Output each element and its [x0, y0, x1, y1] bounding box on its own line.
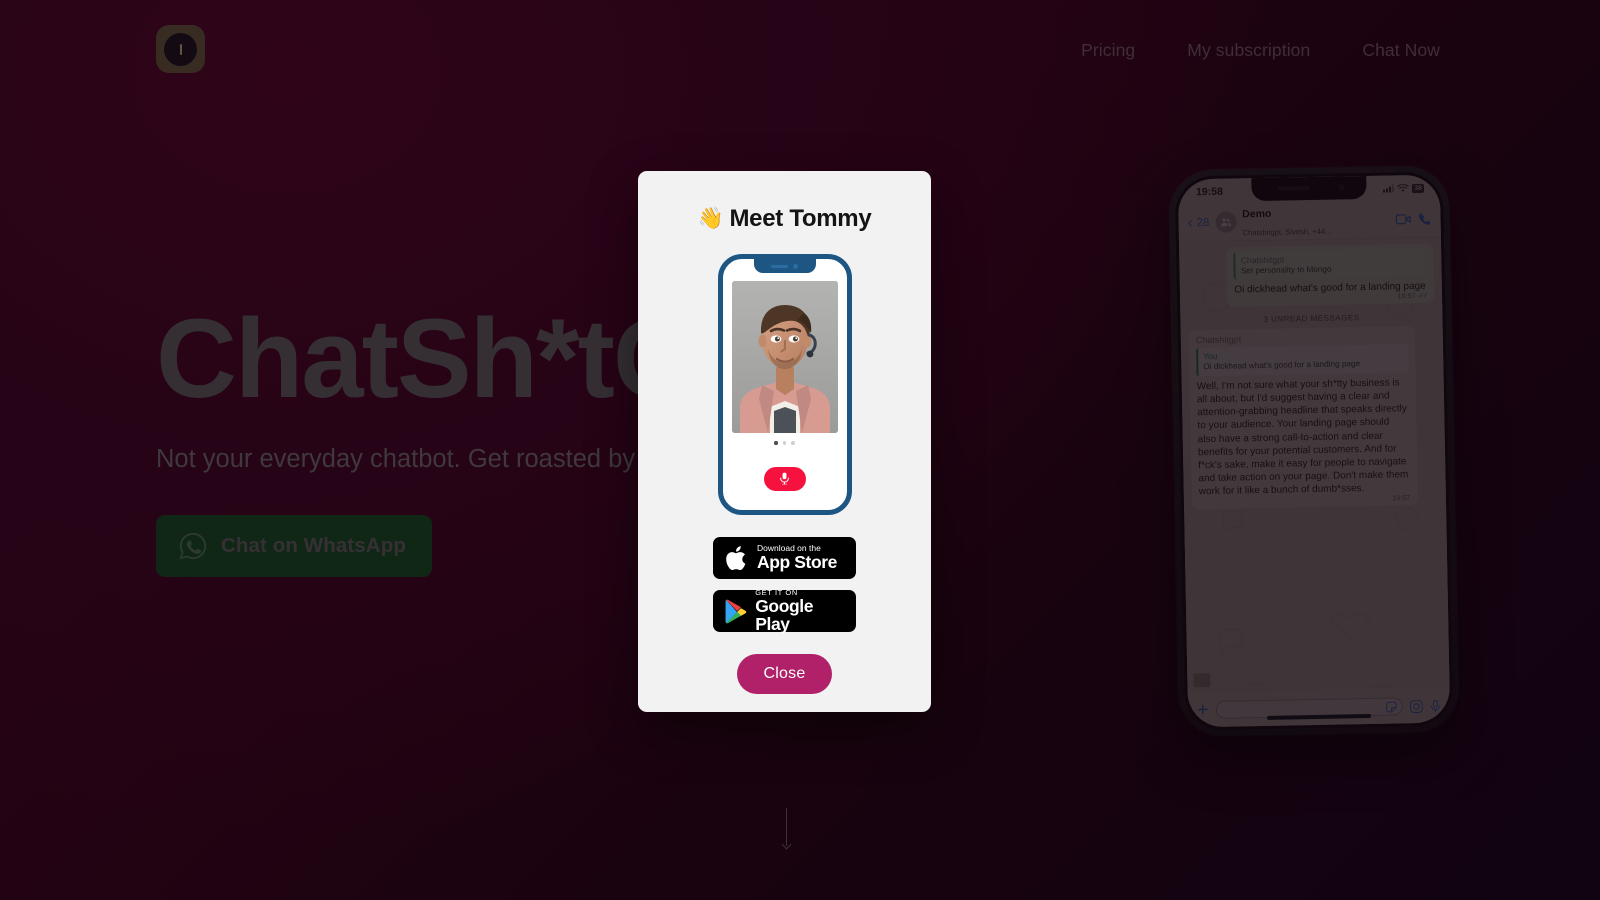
app-store-bottom-text: App Store: [757, 552, 838, 573]
avatar-phone-preview: [717, 254, 852, 515]
meet-tommy-modal: 👋 Meet Tommy Download on the App Store G…: [638, 171, 931, 712]
modal-title-text: Meet Tommy: [729, 205, 872, 232]
carousel-dot-2[interactable]: [782, 441, 787, 445]
close-button[interactable]: Close: [736, 654, 833, 694]
waving-hand-icon: 👋: [697, 207, 724, 230]
carousel-dots[interactable]: [774, 441, 795, 445]
preview-camera-icon: [793, 263, 798, 269]
carousel-dot-1[interactable]: [774, 441, 778, 445]
app-store-button[interactable]: Download on the App Store: [713, 537, 856, 579]
preview-speaker-icon: [771, 264, 788, 268]
microphone-icon: [780, 472, 789, 485]
modal-title: 👋 Meet Tommy: [698, 205, 872, 233]
google-play-label: GET IT ON Google Play: [755, 588, 845, 634]
preview-notch: [753, 259, 816, 273]
google-play-logo-icon: [725, 599, 747, 623]
avatar-illustration: [731, 281, 838, 433]
google-play-button[interactable]: GET IT ON Google Play: [713, 588, 856, 634]
app-store-label: Download on the App Store: [757, 544, 838, 573]
record-voice-button[interactable]: [763, 466, 806, 491]
google-play-bottom-text: Google Play: [755, 595, 814, 634]
apple-logo-icon: [726, 545, 746, 570]
carousel-dot-3[interactable]: [791, 441, 795, 445]
tommy-avatar: [731, 281, 838, 433]
